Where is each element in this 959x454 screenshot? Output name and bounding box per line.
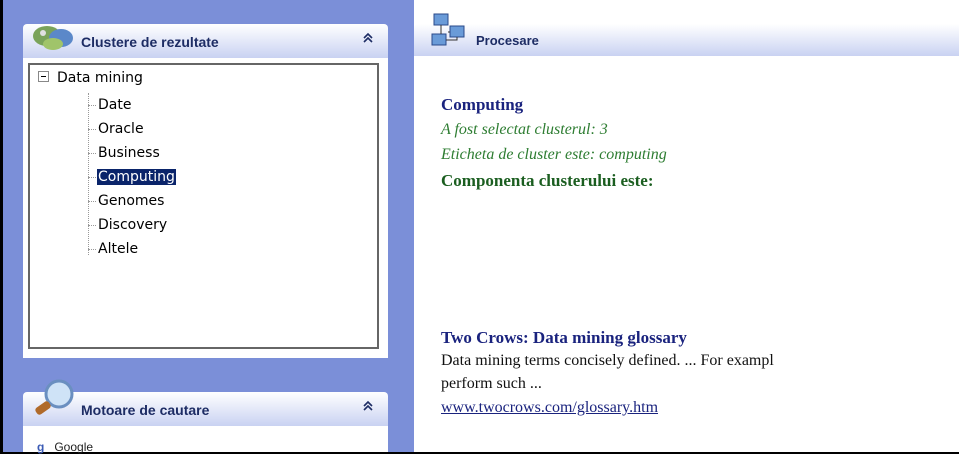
collapse-toggle-icon[interactable] [38,71,49,82]
processing-panel-title: Procesare [476,33,539,48]
search-engines-panel-header[interactable]: Motoare de cautare [23,379,388,426]
cluster-label-text: Eticheta de cluster este: computing [441,146,667,163]
selected-cluster-text: A fost selectat clusterul: 3 [441,121,608,138]
magnifier-icon [35,379,74,415]
tree-root-label: Data mining [57,70,143,86]
left-sidebar: Clustere de rezultate Data mining Date O… [3,0,414,454]
clusters-panel-title: Clustere de rezultate [81,34,219,50]
cluster-component-heading: Componenta clusterului este: [441,171,654,190]
search-engines-panel-body: g Google [23,426,388,454]
chevron-up-icon[interactable] [362,32,374,48]
network-icon [431,13,465,46]
tree-item-altele[interactable]: Altele [88,239,139,259]
chevron-up-icon[interactable] [362,400,374,416]
tree-item-genomes[interactable]: Genomes [88,191,165,211]
tree-root[interactable]: Data mining [38,70,143,86]
result-description-cont: perform such ... [441,375,542,392]
app-frame: Clustere de rezultate Data mining Date O… [3,0,959,454]
processing-panel-header: Procesare [414,24,959,56]
cluster-tree: Data mining Date Oracle Business Computi… [28,63,379,349]
tree-item-computing[interactable]: Computing [88,167,176,187]
tree-item-oracle[interactable]: Oracle [88,119,145,139]
result-description: Data mining terms concisely defined. ...… [441,352,774,369]
result-title[interactable]: Two Crows: Data mining glossary [441,328,687,348]
clusters-panel-body: Data mining Date Oracle Business Computi… [23,58,388,358]
clusters-icon [33,26,73,50]
tree-item-date[interactable]: Date [88,95,132,115]
cluster-title: Computing [441,95,524,114]
processing-pane: Procesare Computing A fost selectat clus… [414,0,959,452]
clusters-panel-header[interactable]: Clustere de rezultate [23,24,388,58]
tree-item-business[interactable]: Business [88,143,161,163]
search-engines-panel-title: Motoare de cautare [81,402,210,418]
tree-item-discovery[interactable]: Discovery [88,215,168,235]
result-url-link[interactable]: www.twocrows.com/glossary.htm [441,399,658,417]
